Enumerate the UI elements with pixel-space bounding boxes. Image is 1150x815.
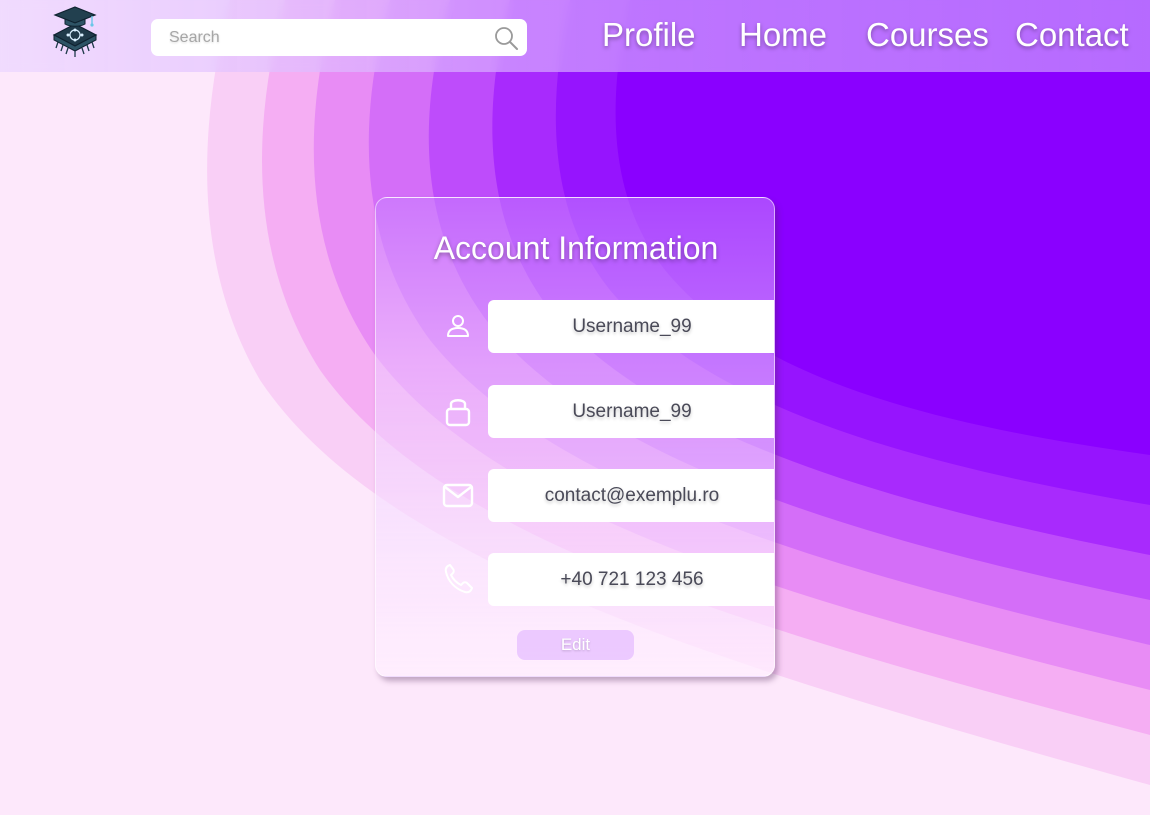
mail-icon	[438, 476, 478, 516]
phone-field[interactable]: +40 721 123 456	[488, 553, 774, 606]
nav-profile-link[interactable]: Profile	[602, 16, 696, 54]
account-information-card: Account Information Username_99 Username…	[375, 197, 775, 677]
card-title: Account Information	[433, 230, 719, 266]
username-field[interactable]: Username_99	[488, 300, 774, 353]
graduation-cap-chip-icon[interactable]	[48, 4, 102, 60]
search-icon[interactable]	[493, 25, 519, 51]
edit-button[interactable]: Edit	[517, 630, 634, 660]
search-bar	[151, 19, 527, 56]
nav-courses-link[interactable]: Courses	[866, 16, 989, 54]
user-icon	[438, 306, 478, 346]
top-nav-bar: Profile Home Courses Contact	[0, 0, 1150, 72]
nav-home-link[interactable]: Home	[739, 16, 827, 54]
email-field[interactable]: contact@exemplu.ro	[488, 469, 774, 522]
lock-icon	[438, 392, 478, 432]
password-field[interactable]: Username_99	[488, 385, 774, 438]
nav-contact-link[interactable]: Contact	[1015, 16, 1129, 54]
search-input[interactable]	[151, 19, 481, 56]
phone-icon	[438, 559, 478, 599]
